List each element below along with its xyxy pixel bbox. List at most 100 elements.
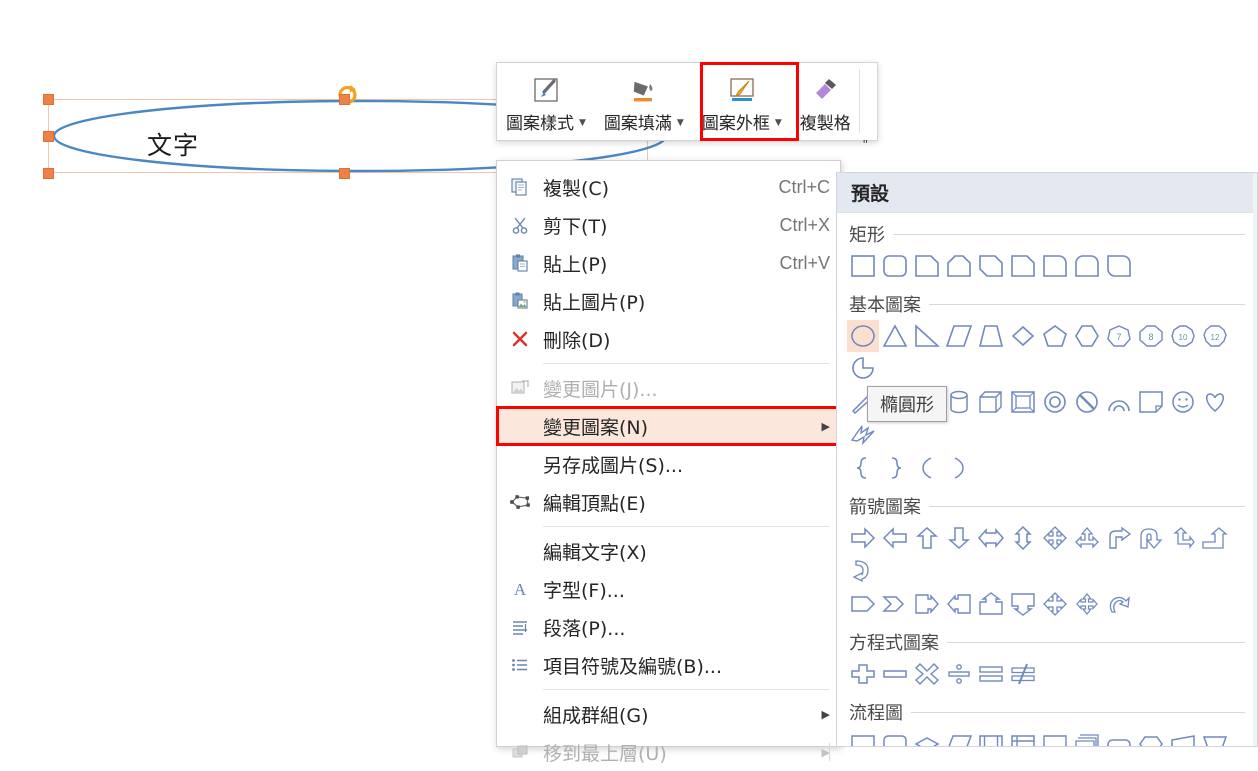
toolbar-button-format-painter[interactable]: 複製格 bbox=[791, 63, 860, 140]
shape-right-arrow[interactable] bbox=[847, 522, 879, 554]
menu-item-cut[interactable]: 剪下(T) Ctrl+X bbox=[497, 206, 840, 244]
shape-left-brace[interactable] bbox=[847, 452, 879, 484]
shape-division[interactable] bbox=[943, 658, 975, 690]
shape-right-triangle[interactable] bbox=[911, 320, 943, 352]
shape-up-arrow-callout[interactable] bbox=[975, 588, 1007, 620]
shape-hexagon[interactable] bbox=[1071, 320, 1103, 352]
shape-plus[interactable] bbox=[847, 658, 879, 690]
shape-rect[interactable] bbox=[847, 250, 879, 282]
shape-ellipse[interactable] bbox=[847, 320, 879, 352]
menu-item-edit-text[interactable]: 編輯文字(X) bbox=[497, 532, 840, 570]
shape-flowchart-internal-storage[interactable] bbox=[1007, 728, 1039, 746]
shape-minus[interactable] bbox=[879, 658, 911, 690]
shape-up-down-arrow[interactable] bbox=[1007, 522, 1039, 554]
shape-flowchart-process[interactable] bbox=[847, 728, 879, 746]
shape-donut[interactable] bbox=[1039, 386, 1071, 418]
shape-round-single-corner-rect[interactable] bbox=[1039, 250, 1071, 282]
shape-trapezoid[interactable] bbox=[975, 320, 1007, 352]
shape-circular-arrow[interactable] bbox=[1103, 588, 1135, 620]
shape-diamond[interactable] bbox=[1007, 320, 1039, 352]
shape-curved-right-arrow[interactable] bbox=[847, 554, 879, 586]
shape-text-label[interactable]: 文字 bbox=[147, 126, 199, 162]
shape-chevron-arrow[interactable] bbox=[879, 588, 911, 620]
toolbar-button-shape-outline[interactable]: 圖案外框 ▼ bbox=[693, 63, 791, 140]
menu-item-copy[interactable]: 複製(C) Ctrl+C bbox=[497, 168, 840, 206]
shape-flowchart-alternate-process[interactable] bbox=[879, 728, 911, 746]
menu-item-paragraph[interactable]: 段落(P)... bbox=[497, 608, 840, 646]
resize-handle-top-left[interactable] bbox=[43, 94, 54, 105]
shape-snip-diagonal-corner-rect[interactable] bbox=[975, 250, 1007, 282]
shape-left-up-arrow[interactable] bbox=[1167, 522, 1199, 554]
resize-handle-middle-left[interactable] bbox=[43, 131, 54, 142]
menu-item-save-as-picture[interactable]: 另存成圖片(S)... bbox=[497, 445, 840, 483]
shape-quad-arrow[interactable] bbox=[1039, 522, 1071, 554]
shape-u-turn-arrow[interactable] bbox=[1135, 522, 1167, 554]
shape-right-brace[interactable] bbox=[879, 452, 911, 484]
menu-item-font[interactable]: A 字型(F)... bbox=[497, 570, 840, 608]
shape-cylinder[interactable] bbox=[943, 386, 975, 418]
shape-round-same-side-corner-rect[interactable] bbox=[1071, 250, 1103, 282]
shape-arc[interactable] bbox=[1103, 386, 1135, 418]
resize-handle-bottom-center[interactable] bbox=[339, 168, 350, 179]
shape-flowchart-predefined-process[interactable] bbox=[975, 728, 1007, 746]
shape-flowchart-preparation[interactable] bbox=[1135, 728, 1167, 746]
shape-flowchart-manual-operation[interactable] bbox=[1199, 728, 1231, 746]
resize-handle-bottom-left[interactable] bbox=[43, 168, 54, 179]
chevron-down-icon[interactable]: ▼ bbox=[579, 119, 586, 128]
shape-pentagon[interactable] bbox=[1039, 320, 1071, 352]
resize-handle-top-center[interactable] bbox=[339, 94, 350, 105]
shape-down-arrow[interactable] bbox=[943, 522, 975, 554]
shape-up-arrow[interactable] bbox=[911, 522, 943, 554]
shape-snip-single-corner-rect[interactable] bbox=[911, 250, 943, 282]
shape-flowchart-multidocument[interactable] bbox=[1071, 728, 1103, 746]
shape-not-equal[interactable] bbox=[1007, 658, 1039, 690]
shape-folded-corner[interactable] bbox=[1135, 386, 1167, 418]
shape-heart[interactable] bbox=[1199, 386, 1231, 418]
shape-octagon[interactable]: 8 bbox=[1135, 320, 1167, 352]
shape-right-arrow-callout[interactable] bbox=[911, 588, 943, 620]
shape-snip-round-single-corner-rect[interactable] bbox=[1007, 250, 1039, 282]
shape-flowchart-decision[interactable] bbox=[911, 728, 943, 746]
shape-pie[interactable] bbox=[847, 352, 879, 384]
shape-down-arrow-callout[interactable] bbox=[1007, 588, 1039, 620]
shape-round-rect[interactable] bbox=[879, 250, 911, 282]
shape-decagon[interactable]: 10 bbox=[1167, 320, 1199, 352]
shape-left-arrow-callout[interactable] bbox=[943, 588, 975, 620]
toolbar-overflow-marker[interactable]: " bbox=[863, 137, 868, 152]
shape-bent-up-arrow[interactable] bbox=[1199, 522, 1231, 554]
shape-round-diagonal-corner-rect[interactable] bbox=[1103, 250, 1135, 282]
shape-left-arrow[interactable] bbox=[879, 522, 911, 554]
shape-flowchart-document[interactable] bbox=[1039, 728, 1071, 746]
shape-cube[interactable] bbox=[975, 386, 1007, 418]
shape-flowchart-terminator[interactable] bbox=[1103, 728, 1135, 746]
chevron-down-icon[interactable]: ▼ bbox=[775, 119, 782, 128]
shape-heptagon[interactable]: 7 bbox=[1103, 320, 1135, 352]
shape-multiply[interactable] bbox=[911, 658, 943, 690]
shape-flowchart-manual-input[interactable] bbox=[1167, 728, 1199, 746]
shape-flowchart-data[interactable] bbox=[943, 728, 975, 746]
shape-no-symbol[interactable] bbox=[1071, 386, 1103, 418]
menu-item-paste[interactable]: 貼上(P) Ctrl+V bbox=[497, 244, 840, 282]
shape-left-right-up-arrow[interactable] bbox=[1071, 522, 1103, 554]
shape-parallelogram[interactable] bbox=[943, 320, 975, 352]
gallery-scrollbar[interactable] bbox=[1253, 173, 1257, 746]
shape-quad-arrow-callout[interactable] bbox=[1039, 588, 1071, 620]
shape-lightning-bolt[interactable] bbox=[847, 418, 879, 450]
shape-left-right-arrow[interactable] bbox=[975, 522, 1007, 554]
shape-isosceles-triangle[interactable] bbox=[879, 320, 911, 352]
shape-snip-same-side-corner-rect[interactable] bbox=[943, 250, 975, 282]
shape-smiley-face[interactable] bbox=[1167, 386, 1199, 418]
menu-item-group[interactable]: 組成群組(G) ▶ bbox=[497, 695, 840, 733]
shape-right-bracket[interactable] bbox=[943, 452, 975, 484]
chevron-down-icon[interactable]: ▼ bbox=[677, 119, 684, 128]
menu-item-paste-image[interactable]: 貼上圖片(P) bbox=[497, 282, 840, 320]
toolbar-button-shape-fill[interactable]: 圖案填滿 ▼ bbox=[595, 63, 693, 140]
menu-item-delete[interactable]: 刪除(D) bbox=[497, 320, 840, 358]
toolbar-button-shape-style[interactable]: 圖案樣式 ▼ bbox=[497, 63, 595, 140]
shape-cross-arrow-callout[interactable] bbox=[1071, 588, 1103, 620]
menu-item-edit-points[interactable]: 編輯頂點(E) bbox=[497, 483, 840, 521]
menu-item-change-shape[interactable]: 變更圖案(N) ▶ bbox=[496, 406, 843, 446]
menu-item-bullets-numbering[interactable]: 項目符號及編號(B)... bbox=[497, 646, 840, 684]
shape-dodecagon[interactable]: 12 bbox=[1199, 320, 1231, 352]
shape-equal[interactable] bbox=[975, 658, 1007, 690]
